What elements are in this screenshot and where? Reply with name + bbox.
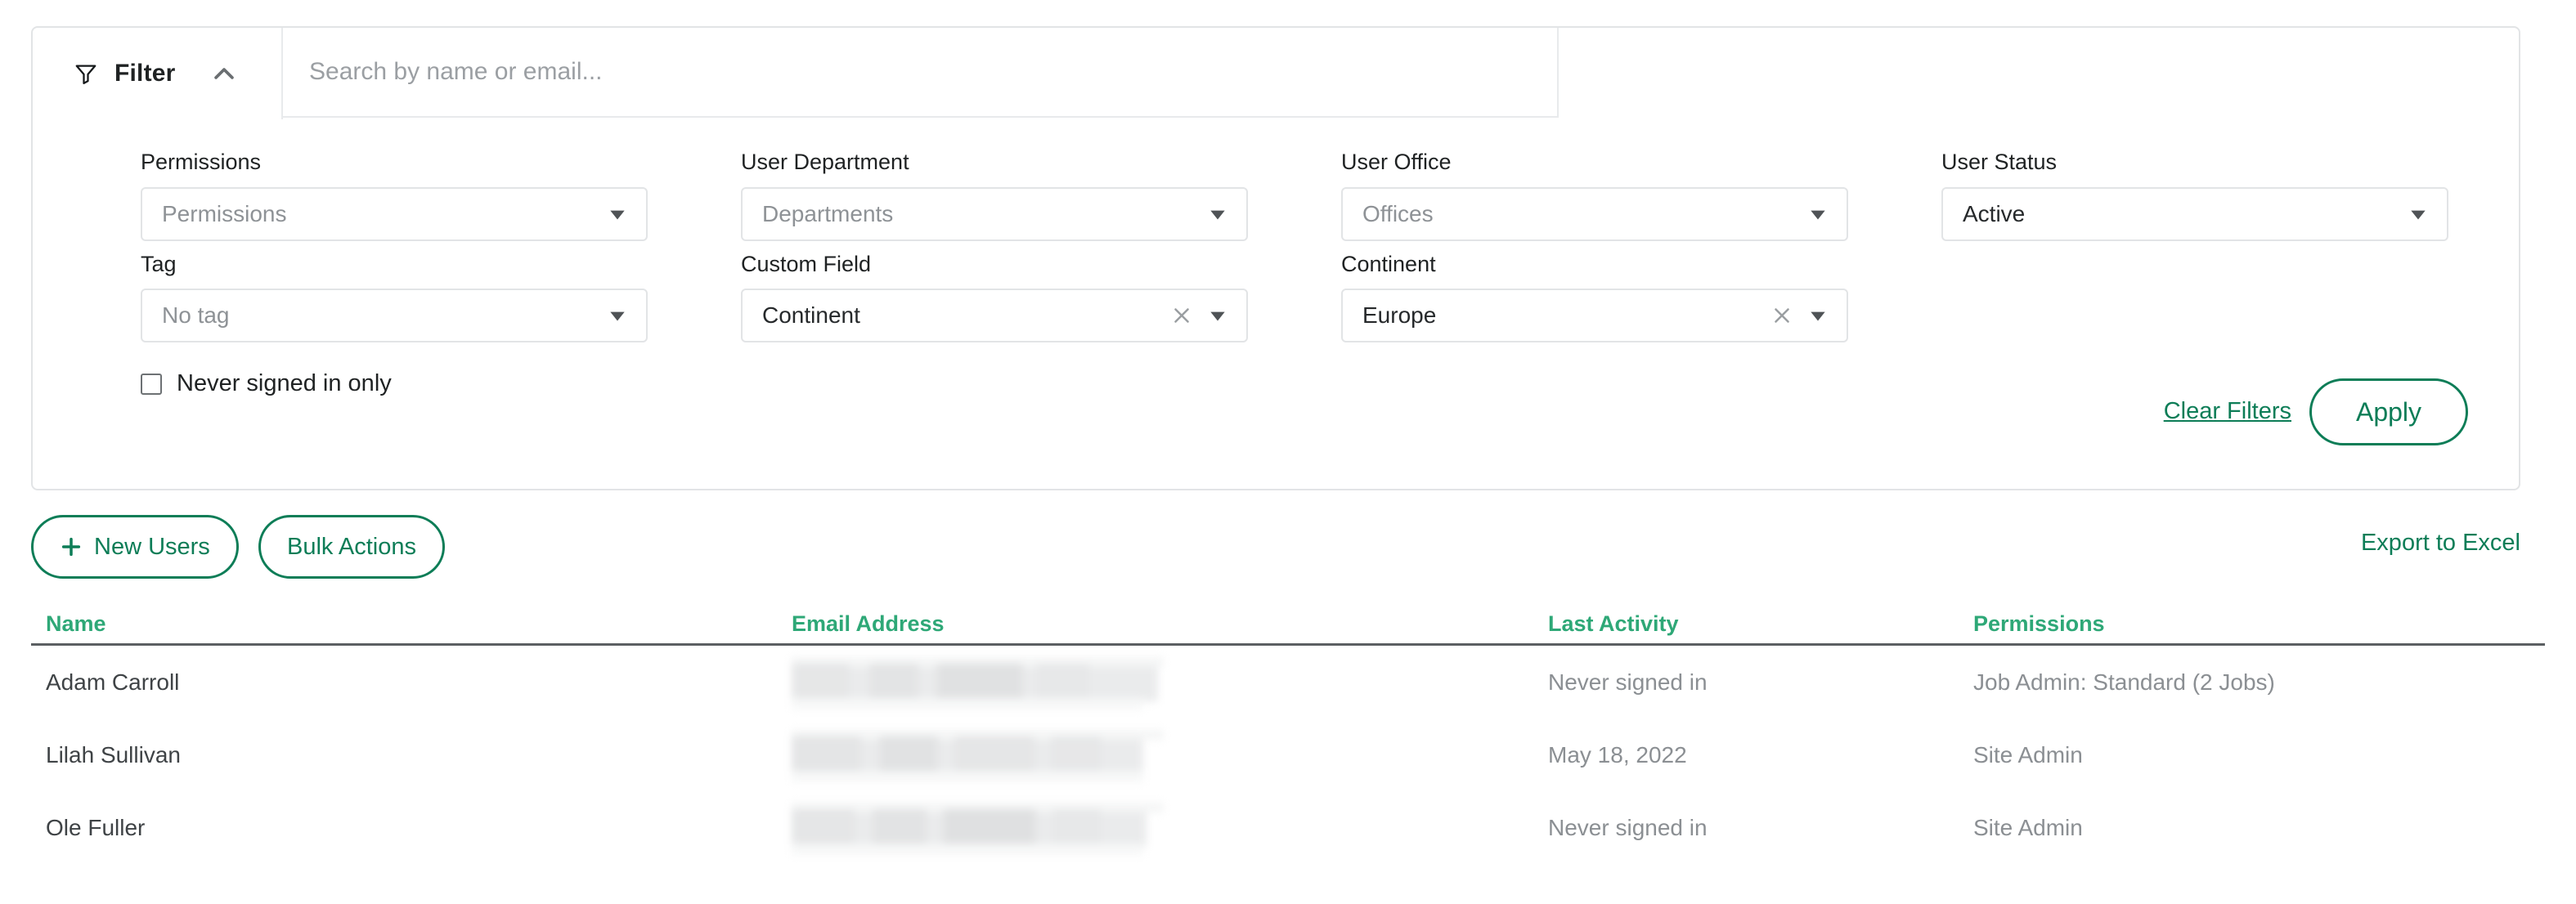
- table-row[interactable]: Lilah Sullivan May 18, 2022 Site Admin: [31, 718, 2545, 791]
- chevron-down-icon[interactable]: [607, 305, 633, 326]
- select-value-user-status: Active: [1963, 200, 2026, 226]
- select-tag[interactable]: No tag: [141, 289, 648, 343]
- field-user-status: User Status Active: [1941, 150, 2448, 241]
- filter-panel: Filter Permissions Permissions: [31, 26, 2520, 490]
- filter-footer: Never signed in only Clear Filters Apply: [33, 354, 2519, 477]
- field-tag: Tag No tag: [141, 251, 648, 343]
- cell-permissions: Job Admin: Standard (2 Jobs): [1973, 669, 2275, 695]
- chevron-down-icon[interactable]: [1807, 204, 1833, 225]
- cell-name: Adam Carroll: [46, 669, 180, 695]
- field-permissions: Permissions Permissions: [141, 150, 648, 241]
- never-signed-in-checkbox[interactable]: Never signed in only: [141, 372, 392, 396]
- cell-permissions: Site Admin: [1973, 814, 2083, 840]
- search-input[interactable]: [283, 28, 1559, 118]
- cell-email-address: [792, 729, 1548, 782]
- new-users-button[interactable]: New Users: [31, 515, 239, 579]
- plus-icon: [60, 535, 83, 558]
- bulk-actions-label: Bulk Actions: [287, 533, 416, 560]
- select-permissions[interactable]: Permissions: [141, 186, 648, 241]
- apply-button[interactable]: Apply: [2309, 378, 2468, 446]
- action-bar: New Users Bulk Actions Export to Excel: [31, 515, 2520, 593]
- table-row[interactable]: Ole Fuller Never signed in Site Admin: [31, 791, 2545, 864]
- filter-row-1: Permissions Permissions User Department …: [33, 150, 2519, 241]
- select-value-continent: Europe: [1362, 302, 1437, 329]
- field-continent: Continent Europe: [1341, 251, 1848, 343]
- funnel-icon: [74, 61, 98, 86]
- table-row[interactable]: Adam Carroll Never signed in Job Admin: …: [31, 646, 2545, 718]
- cell-email-address: [792, 656, 1548, 709]
- chevron-down-icon[interactable]: [607, 204, 633, 225]
- clear-icon[interactable]: [1169, 303, 1207, 328]
- select-value-tag: No tag: [162, 302, 230, 329]
- field-user-department: User Department Departments: [741, 150, 1248, 241]
- field-label-permissions: Permissions: [141, 150, 262, 174]
- field-label-user-department: User Department: [741, 150, 909, 174]
- cell-last-activity: May 18, 2022: [1548, 741, 1687, 768]
- redacted-email: [792, 802, 1164, 855]
- filter-title: Filter: [114, 60, 176, 87]
- chevron-up-icon[interactable]: [192, 60, 238, 87]
- cell-permissions: Site Admin: [1973, 741, 2083, 768]
- users-table: Name Email Address Last Activity Permiss…: [31, 603, 2545, 864]
- users-page: Filter Permissions Permissions: [0, 0, 2576, 904]
- chevron-down-icon[interactable]: [1207, 305, 1233, 326]
- field-label-user-status: User Status: [1941, 150, 2058, 174]
- filter-panel-header: Filter: [33, 28, 2519, 119]
- cell-email-address: [792, 802, 1548, 855]
- clear-filters-link[interactable]: Clear Filters: [2164, 398, 2291, 427]
- clear-icon[interactable]: [1770, 303, 1807, 328]
- checkbox-box[interactable]: [141, 373, 162, 395]
- cell-name: Lilah Sullivan: [46, 741, 181, 768]
- search-cell: [283, 28, 2519, 119]
- bulk-actions-button[interactable]: Bulk Actions: [258, 515, 445, 579]
- select-user-department[interactable]: Departments: [741, 186, 1248, 241]
- select-user-office[interactable]: Offices: [1341, 186, 1848, 241]
- filter-actions: Clear Filters Apply: [2164, 378, 2468, 446]
- select-value-user-office: Offices: [1362, 200, 1434, 226]
- new-users-label: New Users: [94, 533, 210, 560]
- select-continent[interactable]: Europe: [1341, 289, 1848, 343]
- field-spacer: [1941, 253, 2448, 343]
- filter-toggle[interactable]: Filter: [33, 28, 283, 119]
- chevron-down-icon[interactable]: [1807, 305, 1833, 326]
- export-to-excel-link[interactable]: Export to Excel: [2361, 530, 2520, 557]
- redacted-email: [792, 656, 1164, 709]
- select-custom-field[interactable]: Continent: [741, 289, 1248, 343]
- cell-last-activity: Never signed in: [1548, 669, 1708, 695]
- chevron-down-icon[interactable]: [2408, 204, 2434, 225]
- filter-row-2: Tag No tag Custom Field Continent Contin…: [33, 251, 2519, 343]
- select-value-custom-field: Continent: [762, 302, 860, 329]
- cell-last-activity: Never signed in: [1548, 814, 1708, 840]
- field-label-user-office: User Office: [1341, 150, 1452, 174]
- select-user-status[interactable]: Active: [1941, 186, 2448, 241]
- field-label-continent: Continent: [1341, 251, 1436, 276]
- field-label-tag: Tag: [141, 251, 177, 276]
- field-custom-field: Custom Field Continent: [741, 251, 1248, 343]
- redacted-email: [792, 729, 1164, 782]
- column-header-last-activity[interactable]: Last Activity: [1548, 611, 1973, 637]
- field-label-custom-field: Custom Field: [741, 251, 872, 276]
- column-header-email-address[interactable]: Email Address: [792, 611, 1548, 637]
- filter-fields: Permissions Permissions User Department …: [33, 119, 2519, 477]
- field-user-office: User Office Offices: [1341, 150, 1848, 241]
- select-value-user-department: Departments: [762, 200, 894, 226]
- chevron-down-icon[interactable]: [1207, 204, 1233, 225]
- column-header-name[interactable]: Name: [31, 611, 792, 637]
- table-header-row: Name Email Address Last Activity Permiss…: [31, 603, 2545, 646]
- column-header-permissions[interactable]: Permissions: [1973, 611, 2545, 637]
- select-value-permissions: Permissions: [162, 200, 287, 226]
- cell-name: Ole Fuller: [46, 814, 146, 840]
- never-signed-in-label: Never signed in only: [177, 370, 392, 397]
